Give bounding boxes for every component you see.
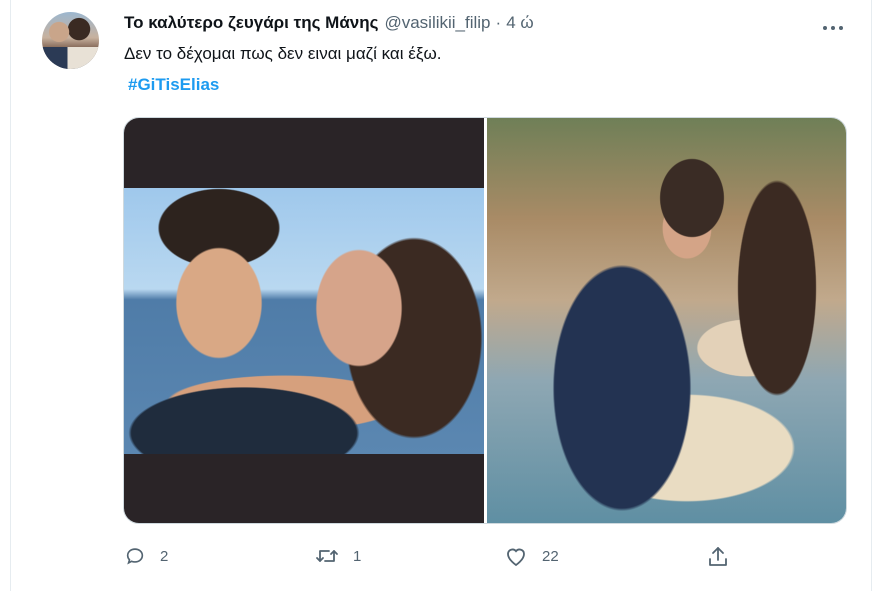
user-handle[interactable]: @vasilikii_filip (384, 13, 490, 33)
media-grid (123, 117, 847, 524)
display-name[interactable]: Το καλύτερο ζευγάρι της Μάνης (124, 13, 378, 33)
reply-count: 2 (160, 547, 169, 565)
more-horizontal-icon[interactable] (822, 14, 844, 37)
tweet-text: Δεν το δέχομαι πως δεν ειναι μαζί και έξ… (124, 44, 442, 63)
couple-photo-portrait (124, 188, 484, 454)
like-count: 22 (542, 547, 559, 565)
tweet-image-2[interactable] (486, 118, 846, 523)
like-button[interactable]: 22 (504, 545, 559, 567)
action-bar: 2 1 22 (0, 545, 880, 573)
avatar[interactable] (42, 12, 99, 69)
reply-icon (124, 545, 146, 567)
tweet-image-1[interactable] (124, 118, 484, 523)
timestamp[interactable]: 4 ώ (506, 13, 533, 33)
heart-icon (504, 545, 528, 567)
retweet-button[interactable]: 1 (315, 545, 361, 567)
reply-button[interactable]: 2 (124, 545, 168, 567)
avatar-photo (42, 47, 99, 69)
separator-dot: · (495, 13, 502, 32)
share-icon (706, 545, 730, 569)
hashtag-link[interactable]: #GiTisElias (128, 75, 219, 95)
retweet-icon (315, 545, 339, 567)
share-button[interactable] (706, 545, 730, 569)
tweet-header: Το καλύτερο ζευγάρι της Μάνης @vasilikii… (124, 13, 534, 33)
retweet-count: 1 (353, 547, 362, 565)
